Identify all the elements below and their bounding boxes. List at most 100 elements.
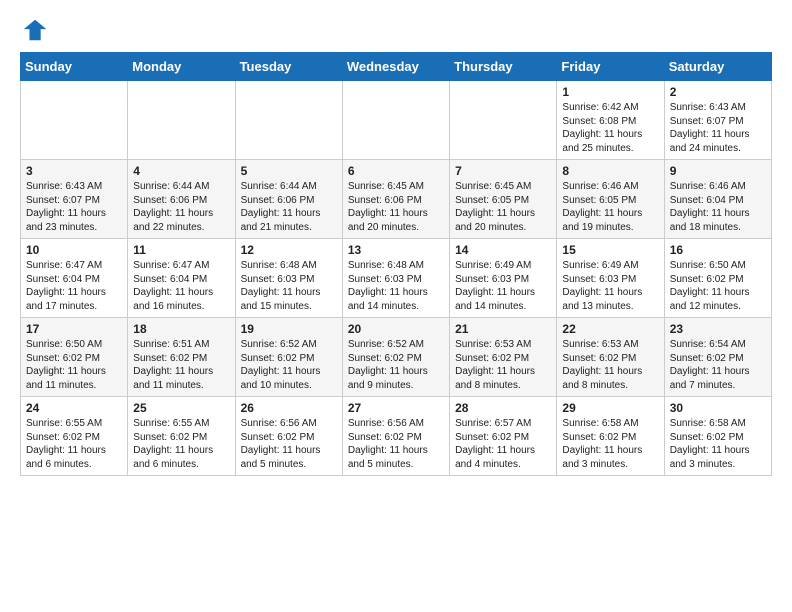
calendar-cell [342,81,449,160]
calendar-body: 1 Sunrise: 6:42 AM Sunset: 6:08 PM Daylig… [21,81,772,476]
day-number: 16 [670,243,766,257]
day-number: 25 [133,401,229,415]
day-number: 15 [562,243,658,257]
day-info: Sunrise: 6:45 AM Sunset: 6:06 PM Dayligh… [348,180,444,234]
calendar-cell: 1 Sunrise: 6:42 AM Sunset: 6:08 PM Daylig… [557,81,664,160]
calendar-cell: 13 Sunrise: 6:48 AM Sunset: 6:03 PM Dayli… [342,239,449,318]
day-number: 13 [348,243,444,257]
calendar-cell: 21 Sunrise: 6:53 AM Sunset: 6:02 PM Dayli… [450,318,557,397]
calendar-cell: 17 Sunrise: 6:50 AM Sunset: 6:02 PM Dayli… [21,318,128,397]
day-info: Sunrise: 6:44 AM Sunset: 6:06 PM Dayligh… [133,180,229,234]
week-row-2: 3Sunrise: 6:43 AM Sunset: 6:07 PM Daylig… [21,160,772,239]
calendar-cell [128,81,235,160]
calendar-cell: 8 Sunrise: 6:46 AM Sunset: 6:05 PM Daylig… [557,160,664,239]
day-info: Sunrise: 6:57 AM Sunset: 6:02 PM Dayligh… [455,417,551,471]
week-row-3: 10 Sunrise: 6:47 AM Sunset: 6:04 PM Dayli… [21,239,772,318]
calendar-cell [450,81,557,160]
day-info: Sunrise: 6:53 AM Sunset: 6:02 PM Dayligh… [455,338,551,392]
calendar-cell: 20 Sunrise: 6:52 AM Sunset: 6:02 PM Dayli… [342,318,449,397]
day-info: Sunrise: 6:47 AM Sunset: 6:04 PM Dayligh… [26,259,122,313]
calendar-cell: 30Sunrise: 6:58 AM Sunset: 6:02 PM Dayli… [664,397,771,476]
calendar-cell [21,81,128,160]
calendar-cell: 15 Sunrise: 6:49 AM Sunset: 6:03 PM Dayli… [557,239,664,318]
day-info: Sunrise: 6:48 AM Sunset: 6:03 PM Dayligh… [241,259,337,313]
logo [20,16,50,44]
calendar-cell: 16Sunrise: 6:50 AM Sunset: 6:02 PM Dayli… [664,239,771,318]
day-number: 28 [455,401,551,415]
day-number: 17 [26,322,122,336]
calendar-cell: 28 Sunrise: 6:57 AM Sunset: 6:02 PM Dayli… [450,397,557,476]
day-info: Sunrise: 6:55 AM Sunset: 6:02 PM Dayligh… [26,417,122,471]
day-info: Sunrise: 6:51 AM Sunset: 6:02 PM Dayligh… [133,338,229,392]
day-number: 18 [133,322,229,336]
weekday-friday: Friday [557,53,664,81]
day-info: Sunrise: 6:47 AM Sunset: 6:04 PM Dayligh… [133,259,229,313]
day-info: Sunrise: 6:52 AM Sunset: 6:02 PM Dayligh… [348,338,444,392]
day-number: 29 [562,401,658,415]
day-number: 30 [670,401,766,415]
day-number: 2 [670,85,766,99]
day-number: 11 [133,243,229,257]
day-number: 8 [562,164,658,178]
day-number: 12 [241,243,337,257]
day-number: 1 [562,85,658,99]
calendar-table: SundayMondayTuesdayWednesdayThursdayFrid… [20,52,772,476]
day-number: 27 [348,401,444,415]
calendar-cell: 5 Sunrise: 6:44 AM Sunset: 6:06 PM Daylig… [235,160,342,239]
week-row-4: 17 Sunrise: 6:50 AM Sunset: 6:02 PM Dayli… [21,318,772,397]
day-number: 21 [455,322,551,336]
calendar-cell: 29Sunrise: 6:58 AM Sunset: 6:02 PM Dayli… [557,397,664,476]
day-number: 6 [348,164,444,178]
day-number: 24 [26,401,122,415]
day-number: 7 [455,164,551,178]
calendar-cell: 7Sunrise: 6:45 AM Sunset: 6:05 PM Daylig… [450,160,557,239]
calendar-cell: 19Sunrise: 6:52 AM Sunset: 6:02 PM Dayli… [235,318,342,397]
weekday-saturday: Saturday [664,53,771,81]
calendar-cell: 14 Sunrise: 6:49 AM Sunset: 6:03 PM Dayli… [450,239,557,318]
weekday-monday: Monday [128,53,235,81]
calendar-cell: 6 Sunrise: 6:45 AM Sunset: 6:06 PM Daylig… [342,160,449,239]
calendar-cell: 23 Sunrise: 6:54 AM Sunset: 6:02 PM Dayli… [664,318,771,397]
calendar-cell: 24 Sunrise: 6:55 AM Sunset: 6:02 PM Dayli… [21,397,128,476]
calendar-cell: 11 Sunrise: 6:47 AM Sunset: 6:04 PM Dayli… [128,239,235,318]
day-info: Sunrise: 6:42 AM Sunset: 6:08 PM Dayligh… [562,101,658,155]
calendar-cell: 9 Sunrise: 6:46 AM Sunset: 6:04 PM Daylig… [664,160,771,239]
day-info: Sunrise: 6:50 AM Sunset: 6:02 PM Dayligh… [26,338,122,392]
day-number: 22 [562,322,658,336]
calendar-cell: 2Sunrise: 6:43 AM Sunset: 6:07 PM Daylig… [664,81,771,160]
day-info: Sunrise: 6:56 AM Sunset: 6:02 PM Dayligh… [348,417,444,471]
calendar-cell: 25Sunrise: 6:55 AM Sunset: 6:02 PM Dayli… [128,397,235,476]
weekday-sunday: Sunday [21,53,128,81]
logo-icon [22,16,50,44]
weekday-header-row: SundayMondayTuesdayWednesdayThursdayFrid… [21,53,772,81]
day-number: 20 [348,322,444,336]
weekday-thursday: Thursday [450,53,557,81]
day-info: Sunrise: 6:44 AM Sunset: 6:06 PM Dayligh… [241,180,337,234]
day-info: Sunrise: 6:49 AM Sunset: 6:03 PM Dayligh… [562,259,658,313]
day-info: Sunrise: 6:46 AM Sunset: 6:04 PM Dayligh… [670,180,766,234]
day-info: Sunrise: 6:46 AM Sunset: 6:05 PM Dayligh… [562,180,658,234]
week-row-5: 24 Sunrise: 6:55 AM Sunset: 6:02 PM Dayli… [21,397,772,476]
page-header [20,16,772,44]
day-info: Sunrise: 6:43 AM Sunset: 6:07 PM Dayligh… [26,180,122,234]
weekday-tuesday: Tuesday [235,53,342,81]
week-row-1: 1 Sunrise: 6:42 AM Sunset: 6:08 PM Daylig… [21,81,772,160]
day-number: 10 [26,243,122,257]
day-number: 23 [670,322,766,336]
day-number: 9 [670,164,766,178]
day-info: Sunrise: 6:54 AM Sunset: 6:02 PM Dayligh… [670,338,766,392]
calendar-header: SundayMondayTuesdayWednesdayThursdayFrid… [21,53,772,81]
calendar-cell: 12 Sunrise: 6:48 AM Sunset: 6:03 PM Dayli… [235,239,342,318]
day-info: Sunrise: 6:49 AM Sunset: 6:03 PM Dayligh… [455,259,551,313]
day-number: 4 [133,164,229,178]
day-number: 14 [455,243,551,257]
day-number: 5 [241,164,337,178]
day-number: 19 [241,322,337,336]
calendar-cell: 26 Sunrise: 6:56 AM Sunset: 6:02 PM Dayli… [235,397,342,476]
day-info: Sunrise: 6:48 AM Sunset: 6:03 PM Dayligh… [348,259,444,313]
weekday-wednesday: Wednesday [342,53,449,81]
day-number: 26 [241,401,337,415]
calendar-cell: 18 Sunrise: 6:51 AM Sunset: 6:02 PM Dayli… [128,318,235,397]
calendar-cell: 22Sunrise: 6:53 AM Sunset: 6:02 PM Dayli… [557,318,664,397]
day-info: Sunrise: 6:56 AM Sunset: 6:02 PM Dayligh… [241,417,337,471]
